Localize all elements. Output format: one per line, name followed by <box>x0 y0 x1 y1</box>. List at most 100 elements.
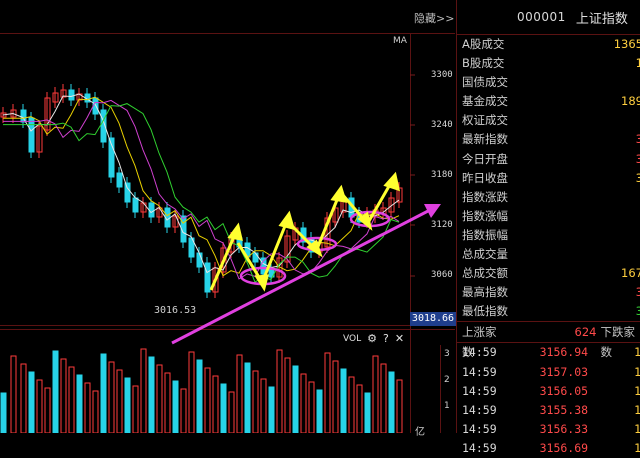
tick-vol: 1 <box>634 402 640 417</box>
quote-header: 000001 上证指数 <box>457 0 640 35</box>
volume-bar <box>212 375 219 433</box>
volume-bar <box>332 360 339 433</box>
volume-bar <box>68 366 75 433</box>
volume-bar <box>348 376 355 433</box>
candle-body <box>196 252 203 268</box>
tick-time: 14:59 <box>462 440 497 455</box>
candle-body <box>148 202 155 218</box>
volume-bar <box>252 370 259 433</box>
volume-bar <box>132 385 139 433</box>
index-code: 000001 <box>517 10 566 24</box>
candle-body <box>252 252 259 263</box>
tick-row[interactable]: 14:59 3156.69 1 <box>457 439 640 458</box>
info-row-value: 3 <box>635 304 640 319</box>
info-row-label: 国债成交 <box>462 75 508 90</box>
volume-bar <box>324 352 331 433</box>
info-row: 指数涨跌 <box>457 188 640 207</box>
help-icon[interactable]: ? <box>383 332 389 345</box>
tick-time: 14:59 <box>462 402 497 417</box>
tick-time: 14:59 <box>462 364 497 379</box>
tick-row[interactable]: 14:59 3157.03 1 <box>457 363 640 382</box>
info-row-label: 今日开盘 <box>462 151 508 166</box>
volume-bar <box>292 365 299 433</box>
up-count-value: 624 <box>574 325 597 340</box>
tick-row[interactable]: 14:59 3156.05 1 <box>457 382 640 401</box>
info-row-label: 最高指数 <box>462 285 508 300</box>
info-row: 最低指数 3 <box>457 302 640 321</box>
tick-vol: 1 <box>634 421 640 436</box>
ma-indicator-label: MA <box>393 36 407 46</box>
ma-line-2 <box>3 96 400 277</box>
advance-decline-row: 上涨家数 624 下跌家数 <box>457 321 640 360</box>
volume-bar <box>20 363 27 433</box>
info-row-value: 1 <box>635 56 640 71</box>
volume-bar <box>100 353 107 433</box>
info-row-value: 3 <box>635 132 640 147</box>
volume-bar <box>396 379 403 433</box>
tick-row[interactable]: 14:59 3155.38 1 <box>457 401 640 420</box>
tick-vol: 1 <box>634 383 640 398</box>
info-row-label: 指数振幅 <box>462 227 508 242</box>
tick-vol: 1 <box>634 440 640 455</box>
info-row-value: 3 <box>635 151 640 166</box>
down-count-label: 下跌家数 <box>600 325 635 360</box>
candle-body <box>124 182 131 203</box>
annotation-overlay <box>171 171 441 345</box>
info-row-label: 最低指数 <box>462 304 508 319</box>
volume-bar <box>0 392 7 433</box>
volume-bar <box>92 390 99 433</box>
info-row-value: 1365 <box>613 37 640 51</box>
volume-bar <box>60 358 67 433</box>
info-row-value: 3 <box>635 170 640 185</box>
volume-bar <box>84 382 91 433</box>
index-name: 上证指数 <box>575 11 628 27</box>
info-row-label: 指数涨幅 <box>462 208 508 223</box>
volume-bar <box>156 364 163 433</box>
tick-price: 3156.33 <box>539 421 589 436</box>
info-row: 国债成交 <box>457 73 640 92</box>
volume-bar <box>244 362 251 433</box>
gear-icon[interactable]: ⚙ <box>367 332 377 345</box>
info-row: 权证成交 <box>457 111 640 130</box>
info-row: 指数振幅 <box>457 226 640 245</box>
close-icon[interactable]: ✕ <box>395 332 404 345</box>
candle-body <box>116 172 123 188</box>
tick-list[interactable]: 14:59 3156.94 1 14:59 3157.03 1 14:59 3156.05 1 1… <box>457 343 640 458</box>
info-row-label: 总成交额 <box>462 266 508 281</box>
info-row-label: B股成交 <box>462 56 505 71</box>
info-row: 今日开盘 3 <box>457 150 640 169</box>
info-row-label: 权证成交 <box>462 113 508 128</box>
volume-bar <box>52 350 59 433</box>
tick-row[interactable]: 14:59 3156.94 1 <box>457 343 640 362</box>
tick-price: 3155.38 <box>539 402 589 417</box>
volume-bar <box>172 380 179 433</box>
volume-bar <box>76 374 83 433</box>
volume-bar <box>148 356 155 433</box>
info-row: 总成交额 167 <box>457 264 640 283</box>
tick-vol: 1 <box>634 345 640 360</box>
info-row: 指数涨幅 <box>457 207 640 226</box>
candlestick-chart[interactable] <box>0 0 456 433</box>
info-row-value: 167 <box>621 266 640 281</box>
chart-area[interactable]: MA 3300 3240 3180 3120 3060 3018.66 3016… <box>0 0 456 438</box>
volume-bar <box>340 368 347 433</box>
candle-body <box>204 262 211 293</box>
hide-panel-button[interactable]: 隐藏>> <box>414 10 454 26</box>
volume-bar <box>196 359 203 433</box>
volume-bar <box>300 373 307 433</box>
vol-tick-2: 2 <box>444 375 450 385</box>
info-row-label: 总成交量 <box>462 247 508 262</box>
info-row-value: 189 <box>621 94 640 109</box>
vol-unit-label: 亿 <box>415 427 425 438</box>
tick-row[interactable]: 14:59 3156.33 1 <box>457 420 640 439</box>
volume-bar <box>188 351 195 433</box>
low-price-label: 3016.53 <box>154 305 197 316</box>
volume-bar <box>236 354 243 433</box>
info-row: 昨日收盘 3 <box>457 169 640 188</box>
volume-bar <box>388 371 395 433</box>
tick-time: 14:59 <box>462 345 497 360</box>
info-row: A股成交 1365 <box>457 35 640 54</box>
volume-bar <box>140 348 147 433</box>
tick-vol: 1 <box>634 364 640 379</box>
y-tick-3120: 3120 <box>431 220 453 230</box>
